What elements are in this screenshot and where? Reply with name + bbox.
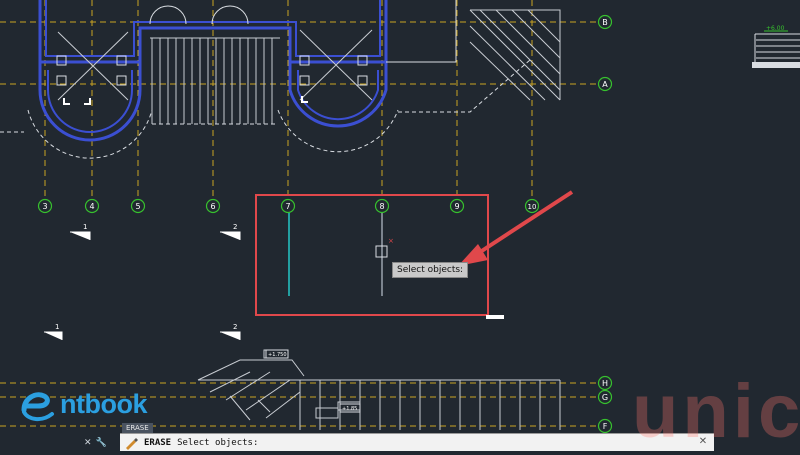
roof-plan [197,349,561,430]
grid-bubble-B: B [597,14,613,30]
svg-text:A: A [602,80,608,89]
svg-text:10: 10 [528,203,537,211]
wrench-icon[interactable]: 🔧 [96,438,107,448]
red-x-marker-icon: × [388,237,394,245]
grip-handle[interactable] [486,315,504,319]
building-walls [0,0,800,159]
selection-window[interactable] [255,194,489,316]
svg-text:9: 9 [454,202,459,211]
brand-logo: ntbook [18,382,147,426]
swoosh-e-logo-icon [21,392,54,421]
svg-text:8: 8 [379,202,384,211]
elevation-tags: +6.00 +1.750 +1.85 [265,25,788,413]
grid-bubble-G: G [597,389,613,405]
elevation-tag: +6.00 [766,25,785,32]
grid-bubble-5: 5 [130,198,146,214]
command-name: ERASE [144,437,172,448]
grid-bubble-3: 3 [37,198,53,214]
svg-text:5: 5 [135,202,140,211]
grid-bubble-6: 6 [205,198,221,214]
section-mark-label: 2 [233,323,237,331]
grid-bubble-A: A [597,76,613,92]
grid-bubble-8: 8 [374,198,390,214]
command-line[interactable]: ERASE Select objects: ✕ [120,433,714,451]
select-objects-tooltip: Select objects: [392,262,469,278]
command-prompt-icon [126,437,138,450]
command-tools: ✕ 🔧 [84,436,120,450]
elevation-tag: +1.85 [342,406,357,412]
watermark: unic [632,369,800,454]
section-marks [44,231,241,340]
section-mark-label: 1 [83,223,87,231]
close-x-icon[interactable]: ✕ [84,438,92,448]
section-mark-label: 1 [55,323,59,331]
command-prompt-text: Select objects: [177,437,259,448]
svg-text:F: F [603,422,608,431]
grid-bubble-10: 10 [524,198,540,214]
grid-bubble-7: 7 [280,198,296,214]
grid-bubble-H: H [597,375,613,391]
section-mark-label: 2 [233,223,237,231]
svg-text:G: G [602,393,608,402]
svg-text:H: H [602,379,608,388]
grid-bubble-F: F [597,418,613,434]
logo-text: ntbook [60,388,147,419]
svg-text:3: 3 [42,202,47,211]
grid-bubble-9: 9 [449,198,465,214]
grid-bubble-4: 4 [84,198,100,214]
svg-text:6: 6 [210,202,215,211]
elevation-tag: +1.750 [268,352,287,358]
pointer-arrow-icon [458,190,574,266]
svg-text:7: 7 [285,202,290,211]
svg-text:4: 4 [89,202,94,211]
svg-text:B: B [602,18,608,27]
